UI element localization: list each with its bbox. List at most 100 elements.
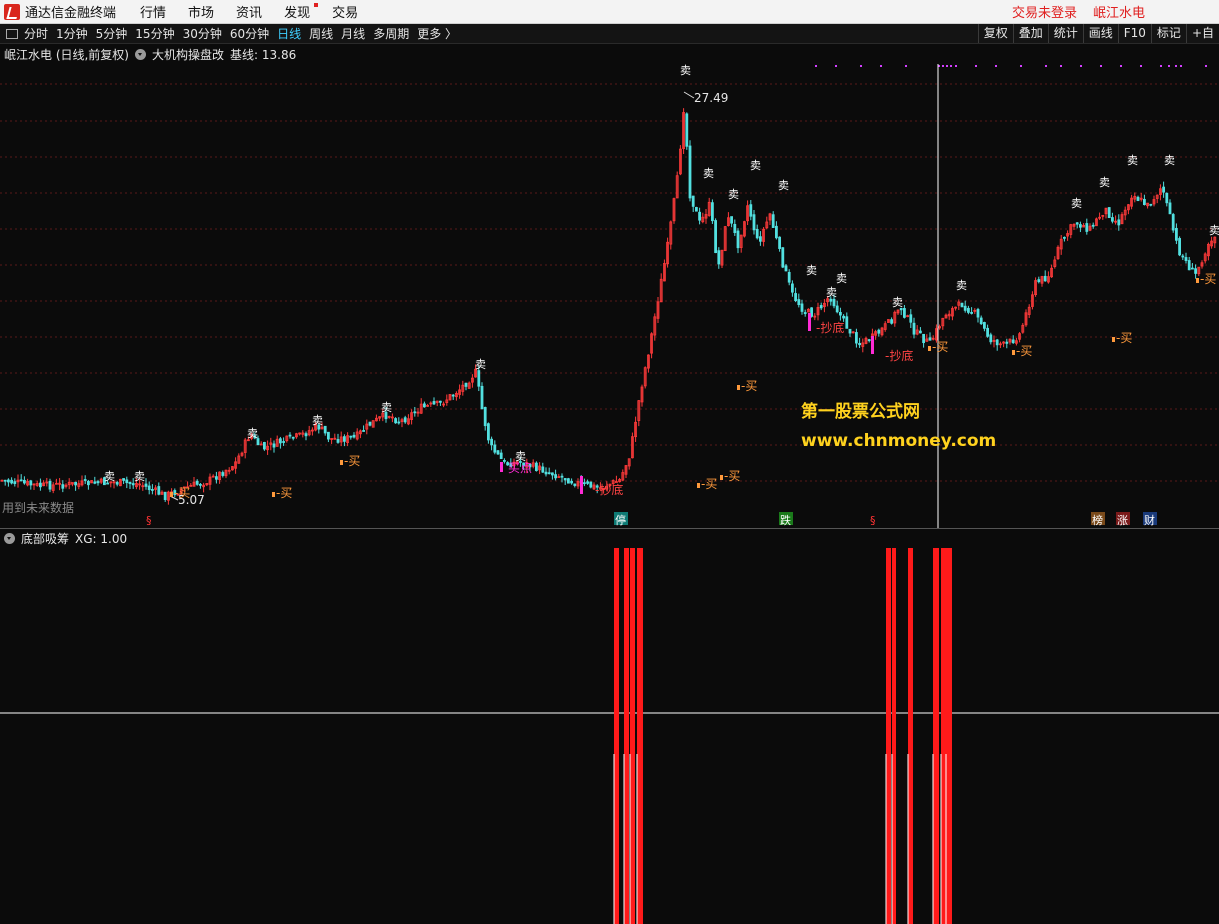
candle [989, 332, 993, 345]
tool-stats[interactable]: 统计 [1047, 24, 1083, 43]
menu-item-trade[interactable]: 交易 [332, 2, 358, 21]
candle-body [362, 430, 366, 432]
candle [535, 461, 538, 472]
trade-login-status[interactable]: 交易未登录 [1012, 2, 1077, 21]
period-weekly[interactable]: 周线 [309, 25, 333, 42]
candle [695, 206, 698, 212]
tool-overlay[interactable]: 叠加 [1012, 24, 1048, 43]
candle-body [803, 312, 807, 315]
candle [650, 332, 653, 359]
main-kline-chart[interactable]: 岷江水电 (日线,前复权) 大机构操盘改 基线: 13.86 27.49 5.07… [0, 44, 1219, 528]
menu-item-news[interactable]: 资讯 [236, 2, 262, 21]
menu-item-discover[interactable]: 发现 [284, 2, 319, 21]
candle [720, 249, 724, 268]
period-30min[interactable]: 30分钟 [183, 25, 222, 42]
candle [727, 212, 730, 227]
candle [995, 338, 999, 351]
sell-signal-2: 卖 [247, 427, 258, 440]
candle-body [1194, 268, 1197, 274]
tool-custom[interactable]: +自 [1185, 24, 1219, 43]
candle-body [490, 438, 494, 446]
candle [672, 197, 676, 224]
candle-body [919, 330, 922, 334]
candle-body [733, 223, 737, 233]
sell-signal-20: 卖 [1164, 154, 1175, 167]
candle-body [502, 460, 506, 462]
candle-body [1037, 279, 1041, 283]
tool-adjust[interactable]: 复权 [977, 24, 1013, 43]
candle [983, 321, 986, 332]
candle-body [288, 434, 292, 437]
candle [32, 483, 36, 490]
candle [394, 417, 398, 424]
candle [451, 393, 455, 400]
candle [970, 307, 973, 315]
chart-header: 岷江水电 (日线,前复权) 大机构操盘改 基线: 13.86 [4, 46, 296, 63]
candle-body [304, 433, 308, 437]
candle-body [922, 333, 925, 344]
candle [1210, 236, 1213, 249]
candle [554, 469, 557, 481]
candle [551, 472, 554, 480]
candle-body [291, 436, 295, 439]
indicator-panel-value: XG: 1.00 [75, 531, 128, 546]
candle [74, 481, 77, 491]
candle [77, 480, 81, 490]
candle [1139, 192, 1143, 202]
candle-body [106, 482, 109, 485]
indicator-bar-8 [941, 548, 946, 924]
candle-body [983, 322, 986, 329]
candle [71, 482, 74, 487]
candle [1143, 194, 1146, 206]
indicator-bar-1 [624, 548, 629, 924]
candle-body [800, 303, 804, 312]
period-1min[interactable]: 1分钟 [56, 25, 88, 42]
period-more[interactable]: 更多 〉 [417, 25, 457, 42]
candle [208, 473, 212, 491]
indicator-panel-dropdown-icon[interactable] [4, 533, 15, 544]
period-15min[interactable]: 15分钟 [135, 25, 174, 42]
menu-item-market[interactable]: 市场 [188, 2, 214, 21]
tool-draw[interactable]: 画线 [1082, 24, 1118, 43]
candle [717, 247, 721, 269]
period-60min[interactable]: 60分钟 [230, 25, 269, 42]
current-stock-name[interactable]: 岷江水电 [1093, 2, 1145, 21]
indicator-dropdown-icon[interactable] [135, 49, 146, 60]
candle [880, 326, 884, 337]
candle [643, 366, 647, 389]
top-signal-dot-10 [975, 65, 977, 67]
period-monthly[interactable]: 月线 [341, 25, 365, 42]
period-intraday[interactable]: 分时 [24, 25, 48, 42]
tool-mark[interactable]: 标记 [1150, 24, 1186, 43]
candle-body [842, 315, 845, 319]
candle [1053, 256, 1057, 269]
candle [198, 482, 202, 489]
candle-body [787, 271, 791, 283]
indicator-name[interactable]: 大机构操盘改 [152, 46, 224, 63]
indicator-panel[interactable]: 底部吸筹 XG: 1.00 [0, 528, 1219, 924]
candle [711, 199, 714, 224]
candle [1047, 271, 1050, 284]
candle-body [22, 479, 26, 484]
candle [1187, 256, 1191, 271]
panel-toggle-icon[interactable] [6, 28, 18, 39]
candle [144, 478, 148, 490]
period-multi[interactable]: 多周期 [373, 25, 409, 42]
candle-body [730, 216, 733, 224]
candle [1155, 194, 1159, 204]
period-daily[interactable]: 日线 [277, 25, 301, 42]
indicator-panel-name[interactable]: 底部吸筹 [21, 530, 69, 547]
candle [631, 432, 634, 459]
candle-body [349, 435, 353, 438]
candle-body [845, 316, 849, 329]
candle [403, 415, 407, 424]
period-5min[interactable]: 5分钟 [96, 25, 128, 42]
tool-f10[interactable]: F10 [1117, 24, 1151, 43]
candle [944, 313, 948, 319]
candle [547, 467, 551, 475]
candle [848, 328, 852, 337]
candle [803, 309, 807, 317]
candle [205, 482, 209, 487]
candle [1024, 309, 1028, 327]
menu-item-quotes[interactable]: 行情 [140, 2, 166, 21]
